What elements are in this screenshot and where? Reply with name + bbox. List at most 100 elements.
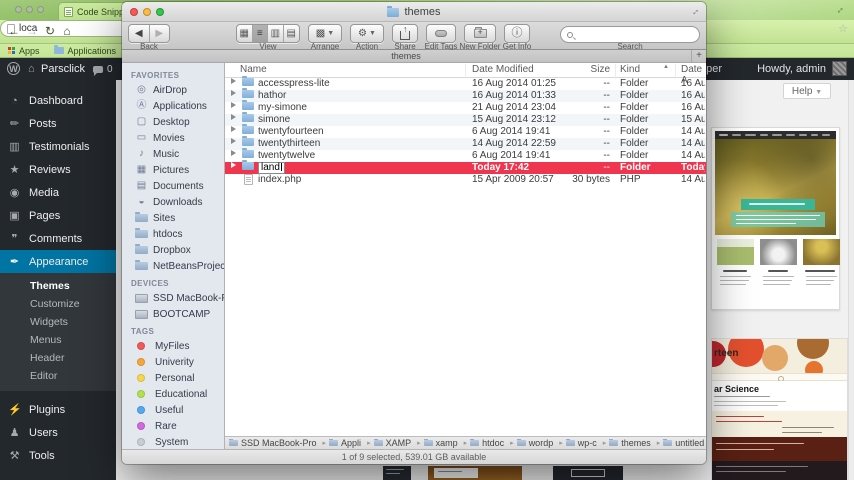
site-home-icon[interactable] <box>28 63 35 75</box>
column-size[interactable]: Size <box>545 64 610 75</box>
path-crumb[interactable]: htdoc <box>470 438 517 448</box>
wp-submenu-item[interactable]: Editor <box>0 367 116 385</box>
path-crumb[interactable]: SSD MacBook-Pro <box>229 438 329 448</box>
back-icon[interactable]: ← <box>6 23 22 39</box>
sidebar-item[interactable]: ▢ Desktop <box>122 114 224 130</box>
wp-menu-item[interactable]: ⚡ Plugins <box>0 398 116 421</box>
action-button[interactable]: ⚙ ▼ <box>350 24 384 43</box>
refresh-icon[interactable]: ↻ <box>42 23 58 39</box>
sidebar-item[interactable]: Ⓐ Applications <box>122 98 224 114</box>
get-info-button[interactable]: ⓘ <box>504 24 530 43</box>
disclosure-triangle-icon[interactable] <box>231 90 239 96</box>
coverflow-view-icon[interactable]: ▤ <box>284 25 299 42</box>
fullscreen-icon[interactable] <box>832 2 849 19</box>
disclosure-triangle-icon[interactable] <box>231 78 239 84</box>
howdy-text[interactable]: Howdy, admin <box>757 63 826 75</box>
path-crumb[interactable]: wordp <box>516 438 566 448</box>
path-crumb[interactable]: themes <box>609 438 663 448</box>
forward-icon[interactable]: → <box>24 23 40 39</box>
sidebar-item[interactable]: Sites <box>122 210 224 226</box>
sidebar-item[interactable]: ◒ Downloads <box>122 194 224 210</box>
wp-menu-item[interactable]: ▣ Pages <box>0 204 116 227</box>
scrollbar-gutter[interactable] <box>848 80 854 480</box>
file-row[interactable]: twentythirteen 14 Aug 2014 22:59 -- Fold… <box>225 136 706 150</box>
wp-menu-item[interactable]: ◉ Media <box>0 181 116 204</box>
sidebar-tag-item[interactable]: Univerity <box>122 354 224 370</box>
column-modified[interactable]: Date Modified <box>472 64 534 75</box>
column-name[interactable]: Name <box>240 64 267 75</box>
sidebar-item[interactable]: ▦ Pictures <box>122 162 224 178</box>
window-minimize-icon[interactable] <box>26 6 33 13</box>
new-folder-button[interactable] <box>464 24 496 43</box>
wp-menu-item[interactable]: ⚒ Tools <box>0 444 116 467</box>
search-input[interactable] <box>560 26 700 43</box>
disclosure-triangle-icon[interactable] <box>231 138 239 144</box>
file-row[interactable]: land Today 17:42 -- Folder Today <box>225 160 706 174</box>
wp-menu-item[interactable]: ▥ Testimonials <box>0 135 116 158</box>
sidebar-item[interactable]: NetBeansProjects <box>122 258 224 274</box>
wp-submenu-item[interactable]: Customize <box>0 295 116 313</box>
file-row[interactable]: twentytwelve 6 Aug 2014 19:41 -- Folder … <box>225 148 706 162</box>
edit-tags-button[interactable] <box>426 24 456 43</box>
wp-menu-item[interactable]: ✒ Appearance <box>0 250 117 273</box>
file-row[interactable]: accesspress-lite 16 Aug 2014 01:25 -- Fo… <box>225 76 706 90</box>
site-name-link[interactable]: Parsclick <box>41 63 85 75</box>
sidebar-tag-item[interactable]: Rare <box>122 418 224 434</box>
path-crumb[interactable]: xamp <box>423 438 471 448</box>
sidebar-device-item[interactable]: SSD MacBook-Pro <box>122 290 224 306</box>
window-zoom-icon[interactable] <box>37 6 44 13</box>
list-view-icon[interactable]: ≡ <box>252 25 269 42</box>
sidebar-item[interactable]: ▤ Documents <box>122 178 224 194</box>
sidebar-tag-item[interactable]: Useful <box>122 402 224 418</box>
finder-title-bar[interactable]: themes <box>122 2 706 22</box>
path-crumb[interactable]: wp-c <box>565 438 610 448</box>
path-crumb[interactable]: Appli <box>329 438 374 448</box>
icon-view-icon[interactable]: ▦ <box>237 25 253 42</box>
disclosure-triangle-icon[interactable] <box>231 102 239 108</box>
back-icon[interactable]: ◀ <box>129 25 150 42</box>
disclosure-triangle-icon[interactable] <box>231 162 239 168</box>
bookmark-applications[interactable]: Applications <box>53 45 116 56</box>
comments-bubble-icon[interactable] <box>93 66 103 76</box>
wordpress-logo-icon[interactable]: W <box>7 62 20 75</box>
theme-preview-card[interactable] <box>711 127 840 310</box>
file-row[interactable]: twentyfourteen 6 Aug 2014 19:41 -- Folde… <box>225 124 706 138</box>
home-icon[interactable]: ⌂ <box>59 23 75 39</box>
wp-submenu-item[interactable]: Header <box>0 349 116 367</box>
file-row[interactable]: hathor 16 Aug 2014 01:33 -- Folder 16 Au <box>225 88 706 102</box>
bookmark-star-icon[interactable] <box>838 22 848 35</box>
wp-menu-item[interactable]: ★ Reviews <box>0 158 116 181</box>
comment-count[interactable]: 0 <box>107 64 113 75</box>
finder-tab[interactable]: themes <box>122 50 690 62</box>
disclosure-triangle-icon[interactable] <box>231 150 239 156</box>
wp-submenu-item[interactable]: Themes <box>0 277 116 295</box>
path-crumb[interactable]: XAMP <box>373 438 424 448</box>
sidebar-tag-item[interactable]: Personal <box>122 370 224 386</box>
file-row[interactable]: my-simone 21 Aug 2014 23:04 -- Folder 16… <box>225 100 706 114</box>
sidebar-device-item[interactable]: BOOTCAMP <box>122 306 224 322</box>
sidebar-tag-item[interactable]: MyFiles <box>122 338 224 354</box>
arrange-button[interactable]: ▩ ▼ <box>308 24 342 43</box>
wp-submenu-item[interactable]: Menus <box>0 331 116 349</box>
wp-menu-item[interactable]: ✏ Posts <box>0 112 116 135</box>
sidebar-tag-item[interactable]: Educational <box>122 386 224 402</box>
column-kind[interactable]: Kind <box>620 64 640 75</box>
sidebar-tag-item[interactable]: System <box>122 434 224 449</box>
share-button[interactable] <box>392 24 418 43</box>
sidebar-item[interactable]: htdocs <box>122 226 224 242</box>
help-dropdown[interactable]: Help ▼ <box>783 83 831 99</box>
avatar[interactable] <box>832 61 847 76</box>
wp-menu-item[interactable]: ◔ Dashboard <box>0 89 116 112</box>
back-forward-control[interactable]: ◀ ▶ <box>128 24 170 43</box>
sidebar-item[interactable]: Dropbox <box>122 242 224 258</box>
wp-menu-item[interactable]: ❞ Comments <box>0 227 116 250</box>
file-row[interactable]: simone 15 Aug 2014 23:12 -- Folder 15 Au <box>225 112 706 126</box>
view-control[interactable]: ▦ ≡ ▥ ▤ <box>236 24 300 43</box>
bookmark-apps[interactable]: Apps <box>8 46 40 56</box>
theme-preview-card[interactable]: rteen ar Science <box>711 338 848 480</box>
column-view-icon[interactable]: ▥ <box>268 25 284 42</box>
path-crumb[interactable]: untitled folder <box>663 438 706 448</box>
sidebar-item[interactable]: ♪ Music <box>122 146 224 162</box>
wp-menu-item[interactable]: ♟ Users <box>0 421 116 444</box>
forward-icon[interactable]: ▶ <box>150 25 170 42</box>
